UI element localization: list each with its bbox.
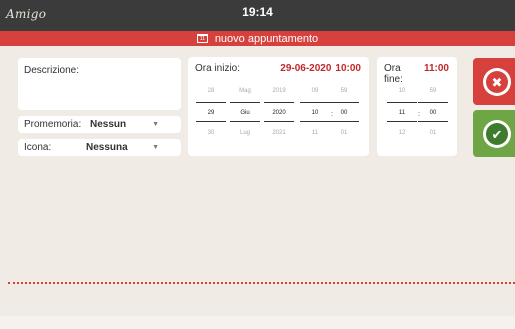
picker-next[interactable]: 30 [196, 125, 226, 141]
picker-next[interactable]: 01 [329, 125, 359, 141]
reminder-label: Promemoria: [24, 119, 82, 130]
dotted-divider [8, 282, 515, 284]
end-label: Ora fine: [384, 63, 403, 85]
end-time: 11:00 [423, 63, 449, 74]
page-title: nuovo appuntamento [214, 32, 319, 45]
confirm-button[interactable]: ✔ [473, 110, 515, 157]
picker-selected[interactable]: 00 [329, 102, 359, 122]
reminder-value: Nessun [90, 119, 127, 130]
picker-selected[interactable]: 10 [300, 102, 330, 122]
chevron-down-icon: ▼ [152, 144, 159, 151]
chevron-down-icon: ▼ [152, 121, 159, 128]
close-icon: ✖ [486, 71, 508, 93]
start-time-card: Ora inizio: 29-06-2020 10:00 28 29 30 Ma… [188, 57, 369, 156]
description-field[interactable]: Descrizione: [18, 58, 181, 110]
picker-next[interactable]: Lug [230, 125, 260, 141]
picker-prev[interactable]: Mag [230, 83, 260, 99]
picker-next[interactable]: 01 [418, 125, 448, 141]
reminder-select[interactable]: Promemoria: Nessun ▼ [18, 116, 181, 133]
start-month-picker[interactable]: Mag Giu Lug [230, 83, 260, 141]
cancel-button-ring: ✖ [483, 68, 511, 96]
check-icon: ✔ [486, 123, 508, 145]
status-clock: 19:14 [242, 5, 273, 19]
picker-next[interactable]: 11 [300, 125, 330, 141]
picker-prev[interactable]: 28 [196, 83, 226, 99]
title-bar: 11 nuovo appuntamento [0, 31, 515, 46]
end-minute-picker[interactable]: 59 00 01 [418, 83, 448, 141]
picker-selected[interactable]: 00 [418, 102, 448, 122]
start-minute-picker[interactable]: 59 00 01 [329, 83, 359, 141]
description-label: Descrizione: [24, 65, 80, 76]
end-hour-picker[interactable]: 10 11 12 [387, 83, 417, 141]
bottom-band [0, 316, 515, 329]
start-date: 29-06-2020 [280, 63, 332, 74]
start-header: Ora inizio: 29-06-2020 10:00 [195, 63, 361, 74]
end-time-card: Ora fine: 11:00 10 11 12 : 59 00 01 [377, 57, 457, 156]
picker-next[interactable]: 12 [387, 125, 417, 141]
start-hour-picker[interactable]: 09 10 11 [300, 83, 330, 141]
picker-prev[interactable]: 10 [387, 83, 417, 99]
start-label: Ora inizio: [195, 63, 241, 74]
icon-select-value: Nessuna [86, 142, 128, 153]
end-header: Ora fine: 11:00 [384, 63, 449, 85]
cancel-button[interactable]: ✖ [473, 58, 515, 105]
picker-next[interactable]: 2021 [264, 125, 294, 141]
start-day-picker[interactable]: 28 29 30 [196, 83, 226, 141]
start-time: 10:00 [335, 63, 361, 74]
status-bar: Amigo 19:14 [0, 0, 515, 31]
start-year-picker[interactable]: 2019 2020 2021 [264, 83, 294, 141]
icon-select[interactable]: Icona: Nessuna ▼ [18, 139, 181, 156]
confirm-button-ring: ✔ [483, 120, 511, 148]
picker-selected[interactable]: 2020 [264, 102, 294, 122]
picker-prev[interactable]: 09 [300, 83, 330, 99]
picker-selected[interactable]: 29 [196, 102, 226, 122]
picker-selected[interactable]: 11 [387, 102, 417, 122]
picker-prev[interactable]: 59 [418, 83, 448, 99]
picker-prev[interactable]: 2019 [264, 83, 294, 99]
calendar-icon: 11 [196, 34, 208, 43]
picker-selected[interactable]: Giu [230, 102, 260, 122]
picker-prev[interactable]: 59 [329, 83, 359, 99]
icon-select-label: Icona: [24, 142, 52, 153]
